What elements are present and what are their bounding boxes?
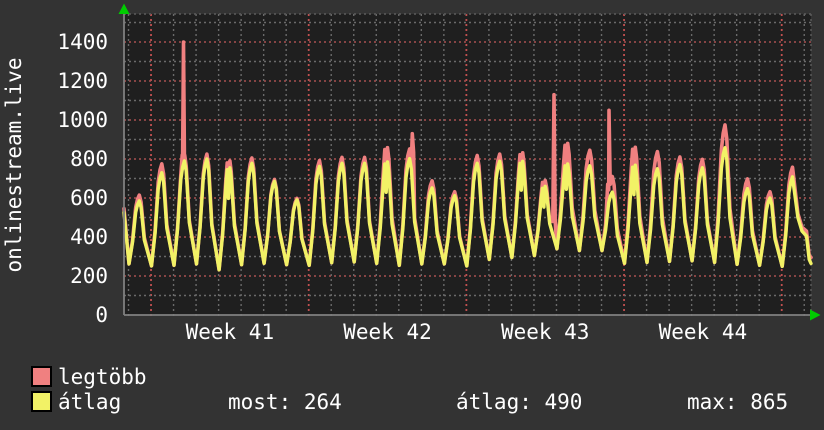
y-tick-label-600: 600 [70,186,108,210]
y-tick-label-1200: 1200 [57,69,108,93]
y-axis-arrow-icon [118,3,130,14]
x-tick-label-week-42: Week 42 [343,320,432,344]
x-axis-arrow-icon [810,309,821,321]
series-line-max [122,40,813,272]
legend-swatch-legtobb [31,366,52,387]
legend-label-legtobb: legtöbb [58,365,147,389]
legend-label-atlag: átlag [58,390,122,414]
legend-swatch-atlag [31,391,52,412]
y-tick-label-400: 400 [70,225,108,249]
y-tick-label-800: 800 [70,147,108,171]
y-tick-label-1000: 1000 [57,108,108,132]
stat-atlag: átlag: 490 [456,390,583,414]
x-tick-label-week-43: Week 43 [500,320,590,344]
plot-canvas [124,14,811,315]
y-tick-label-1400: 1400 [57,30,108,54]
x-tick-label-week-44: Week 44 [658,320,748,344]
y-tick-label-200: 200 [70,264,108,288]
rrd-graph: onlinestream.live 0 200 400 600 800 1000 1200 1… [0,0,824,430]
series-line-avg [122,145,813,272]
y-tick-label-0: 0 [95,303,108,327]
stat-most: most: 264 [228,390,342,414]
x-tick-label-week-41: Week 41 [185,320,275,344]
stat-max: max: 865 [687,390,789,414]
